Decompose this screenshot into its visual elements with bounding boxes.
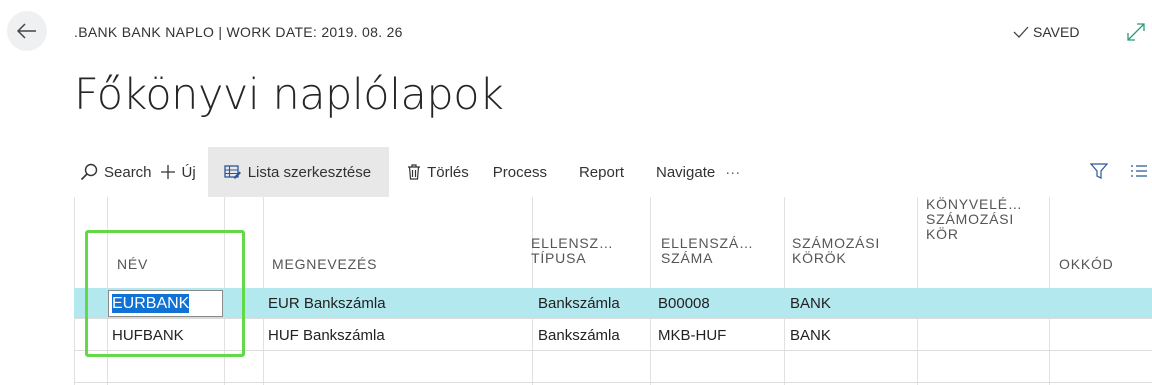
checkmark-icon (1013, 26, 1029, 38)
column-header-bal-type[interactable]: ELLENSZ… TÍPUSA (531, 236, 614, 266)
journal-batch-table: NÉV MEGNEVEZÉS ELLENSZ… TÍPUSA ELLENSZÁ…… (74, 197, 1152, 385)
edit-list-icon (224, 165, 241, 179)
expand-button[interactable] (1126, 22, 1146, 42)
bal-no-cell[interactable]: MKB-HUF (658, 320, 726, 351)
table-row[interactable]: HUFBANK HUF Bankszámla Bankszámla MKB-HU… (74, 320, 1152, 351)
saved-status: SAVED (1013, 24, 1079, 40)
column-header-description[interactable]: MEGNEVEZÉS (272, 257, 377, 272)
expand-icon (1127, 23, 1145, 41)
trash-icon (408, 164, 421, 180)
action-bar: Search Új Lista szerkesztése Törlés Proc… (74, 147, 1152, 197)
column-header-reason-code[interactable]: OKKÓD (1059, 257, 1114, 272)
back-button[interactable] (7, 11, 47, 51)
list-view-icon[interactable] (1130, 164, 1148, 178)
no-series-cell[interactable]: BANK (790, 288, 831, 319)
plus-icon (160, 165, 175, 179)
arrow-left-icon (17, 23, 36, 39)
report-menu[interactable]: Report (555, 147, 632, 197)
new-button[interactable]: Új (160, 147, 204, 197)
description-cell[interactable]: HUF Bankszámla (268, 320, 385, 351)
delete-button[interactable]: Törlés (389, 147, 477, 197)
saved-label: SAVED (1033, 24, 1080, 40)
name-cell[interactable]: HUFBANK (112, 320, 184, 351)
column-header-no-series[interactable]: SZÁMOZÁSI KÖRÖK (792, 236, 880, 266)
navigate-menu[interactable]: Navigate (632, 147, 723, 197)
search-button[interactable]: Search (74, 147, 160, 197)
bal-type-cell[interactable]: Bankszámla (538, 320, 620, 351)
column-header-posting-series[interactable]: KÖNYVELÉ… SZÁMOZÁSI KÖR (926, 197, 1023, 242)
process-menu[interactable]: Process (477, 147, 555, 197)
edit-list-button[interactable]: Lista szerkesztése (207, 147, 390, 197)
empty-row[interactable] (74, 352, 1152, 383)
filter-icon[interactable] (1090, 162, 1108, 180)
table-row[interactable]: EURBANK EUR Bankszámla Bankszámla B00008… (74, 288, 1152, 319)
description-cell[interactable]: EUR Bankszámla (268, 288, 386, 319)
no-series-cell[interactable]: BANK (790, 320, 831, 351)
page-title: Főkönyvi naplólapok (74, 70, 504, 120)
column-header-name[interactable]: NÉV (117, 257, 148, 272)
bal-no-cell[interactable]: B00008 (658, 288, 710, 319)
name-field[interactable]: EURBANK (108, 290, 223, 317)
more-actions-button[interactable]: ··· (723, 147, 748, 197)
bal-type-cell[interactable]: Bankszámla (538, 288, 620, 319)
search-icon (80, 163, 98, 181)
column-header-bal-no[interactable]: ELLENSZÁ… SZÁMA (661, 236, 754, 266)
breadcrumb: .BANK BANK NAPLO | WORK DATE: 2019. 08. … (74, 24, 403, 40)
